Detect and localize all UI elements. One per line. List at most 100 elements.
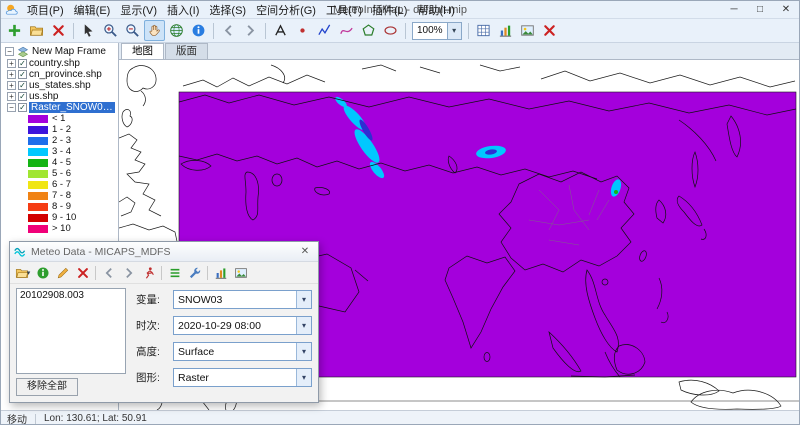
legend-label: < 1 xyxy=(52,113,65,124)
draw-polygon-button[interactable] xyxy=(358,20,379,41)
legend-label: 8 - 9 xyxy=(52,201,71,212)
open-project-button[interactable] xyxy=(26,20,47,41)
legend-label: 5 - 6 xyxy=(52,168,71,179)
chevron-down-icon[interactable]: ▾ xyxy=(296,369,311,386)
expander-icon[interactable]: − xyxy=(5,47,14,56)
menu-spatial-analysis[interactable]: 空间分析(G) xyxy=(251,2,321,18)
expander-icon[interactable]: + xyxy=(7,59,16,68)
draw-point-button[interactable] xyxy=(292,20,313,41)
pan-button[interactable] xyxy=(144,20,165,41)
legend-swatch xyxy=(28,203,48,211)
file-listbox[interactable]: 20102908.003 xyxy=(16,288,126,374)
draw-curve-button[interactable] xyxy=(336,20,357,41)
close-toolbar-button[interactable] xyxy=(539,20,560,41)
tab-layout[interactable]: 版面 xyxy=(165,43,208,59)
layer-item[interactable]: +✓us_states.shp xyxy=(1,80,118,91)
menu-project[interactable]: 项目(P) xyxy=(22,2,69,18)
chevron-down-icon[interactable]: ▾ xyxy=(447,23,461,39)
plot-chart-button[interactable] xyxy=(211,263,230,282)
plot-image-button[interactable] xyxy=(231,263,250,282)
menu-view[interactable]: 显示(V) xyxy=(115,2,162,18)
map-frame-node[interactable]: − New Map Frame xyxy=(1,45,118,58)
layer-checkbox[interactable]: ✓ xyxy=(18,81,27,90)
menu-selection[interactable]: 选择(S) xyxy=(204,2,251,18)
layer-item[interactable]: +✓country.shp xyxy=(1,58,118,69)
legend-swatch xyxy=(28,137,48,145)
close-button[interactable]: ✕ xyxy=(773,1,799,19)
legend-swatch xyxy=(28,192,48,200)
image-export-button[interactable] xyxy=(517,20,538,41)
label-text-button[interactable] xyxy=(270,20,291,41)
expander-icon[interactable]: − xyxy=(7,103,16,112)
draw-layer-button[interactable] xyxy=(53,263,72,282)
select-button[interactable] xyxy=(78,20,99,41)
layer-checkbox[interactable]: ✓ xyxy=(18,92,27,101)
layer-item[interactable]: +✓us.shp xyxy=(1,91,118,102)
remove-layer-button[interactable] xyxy=(73,263,92,282)
zoom-out-button[interactable] xyxy=(122,20,143,41)
menu-tools[interactable]: 工具(T) xyxy=(321,2,367,18)
select-time[interactable]: 2020-10-29 08:00▾ xyxy=(173,316,312,335)
expander-icon[interactable]: + xyxy=(7,81,16,90)
zoom-level-combo[interactable]: 100%▾ xyxy=(412,22,462,40)
previous-time-button[interactable] xyxy=(99,263,118,282)
layer-item[interactable]: −✓Raster_SNOW03_Surfa xyxy=(1,102,118,113)
layer-checkbox[interactable]: ✓ xyxy=(18,103,27,112)
tab-map[interactable]: 地图 xyxy=(121,43,164,59)
menu-insert[interactable]: 插入(I) xyxy=(162,2,204,18)
legend-item: 4 - 5 xyxy=(1,157,118,168)
field-label-time: 时次: xyxy=(136,318,168,333)
menu-edit[interactable]: 编辑(E) xyxy=(69,2,116,18)
select-plot-type[interactable]: Raster▾ xyxy=(173,368,312,387)
legend-swatch xyxy=(28,225,48,233)
dialog-title-bar[interactable]: Meteo Data - MICAPS_MDFS ✕ xyxy=(10,242,318,262)
next-view-button[interactable] xyxy=(240,20,261,41)
chevron-down-icon[interactable]: ▾ xyxy=(296,343,311,360)
attribute-table-button[interactable] xyxy=(473,20,494,41)
legend-swatch xyxy=(28,159,48,167)
menu-help[interactable]: 帮助(H) xyxy=(412,2,459,18)
draw-ellipse-button[interactable] xyxy=(380,20,401,41)
layer-label: country.shp xyxy=(29,58,80,69)
zoom-in-button[interactable] xyxy=(100,20,121,41)
chevron-down-icon[interactable]: ▾ xyxy=(296,291,311,308)
data-list-button[interactable] xyxy=(165,263,184,282)
layer-checkbox[interactable]: ✓ xyxy=(18,59,27,68)
data-info-button[interactable] xyxy=(33,263,52,282)
view-tabs: 地图版面 xyxy=(119,43,799,60)
maximize-button[interactable]: □ xyxy=(747,1,773,19)
expander-icon[interactable]: + xyxy=(7,70,16,79)
minimize-button[interactable]: ─ xyxy=(721,1,747,19)
select-variable[interactable]: SNOW03▾ xyxy=(173,290,312,309)
dialog-close-icon[interactable]: ✕ xyxy=(296,246,314,257)
remove-button[interactable] xyxy=(48,20,69,41)
layer-item[interactable]: +✓cn_province.shp xyxy=(1,69,118,80)
next-time-button[interactable] xyxy=(119,263,138,282)
menu-plugins[interactable]: 插件(L) xyxy=(367,2,412,18)
legend-swatch xyxy=(28,126,48,134)
full-extent-button[interactable] xyxy=(166,20,187,41)
file-list-item[interactable]: 20102908.003 xyxy=(17,289,125,302)
identify-button[interactable] xyxy=(188,20,209,41)
previous-view-button[interactable] xyxy=(218,20,239,41)
remove-all-button[interactable]: 移除全部 xyxy=(16,378,78,396)
animate-button[interactable] xyxy=(139,263,158,282)
chart-button[interactable] xyxy=(495,20,516,41)
select-value-variable: SNOW03 xyxy=(174,294,296,306)
draw-polyline-button[interactable] xyxy=(314,20,335,41)
expander-icon[interactable]: + xyxy=(7,92,16,101)
layers-tree: +✓country.shp+✓cn_province.shp+✓us_state… xyxy=(1,58,118,234)
open-file-button[interactable]: ▾ xyxy=(13,263,32,282)
new-project-button[interactable] xyxy=(4,20,25,41)
chevron-down-icon[interactable]: ▾ xyxy=(296,317,311,334)
layer-label: cn_province.shp xyxy=(29,69,102,80)
legend-label: 4 - 5 xyxy=(52,157,71,168)
layer-checkbox[interactable]: ✓ xyxy=(18,70,27,79)
select-level[interactable]: Surface▾ xyxy=(173,342,312,361)
map-frame-icon xyxy=(17,46,29,58)
toolbar-separator xyxy=(95,266,96,280)
settings-button[interactable] xyxy=(185,263,204,282)
dialog-left-pane: 20102908.003 移除全部 xyxy=(16,288,126,396)
legend-label: 3 - 4 xyxy=(52,146,71,157)
meteo-data-dialog: Meteo Data - MICAPS_MDFS ✕ ▾ 20102908.00… xyxy=(9,241,319,403)
